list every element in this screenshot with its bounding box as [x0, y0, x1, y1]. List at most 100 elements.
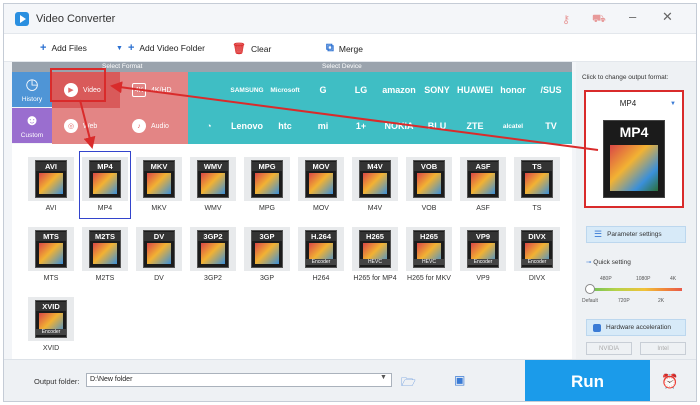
format-card-xvid[interactable]: XVID Encoder XVID: [26, 292, 76, 358]
format-icon: TS: [521, 160, 553, 198]
folder-icon[interactable]: 🗁: [401, 373, 416, 394]
format-icon: 3GP2: [197, 230, 229, 268]
format-icon: DIVX Encoder: [521, 230, 553, 268]
format-icon: M4V: [359, 160, 391, 198]
device-5[interactable]: amazon: [380, 72, 418, 108]
format-icon: WMV: [197, 160, 229, 198]
device-8[interactable]: honor: [494, 72, 532, 108]
format-card-m4v[interactable]: M4V M4V: [350, 152, 400, 218]
history-button[interactable]: ◷ History: [12, 72, 52, 107]
toolbar: + Add Files ▼ + Add Video Folder 🗑 Clear ⧉ Me…: [4, 34, 696, 62]
format-icon: MTS: [35, 230, 67, 268]
format-type-4k-hd[interactable]: 4K 4K/HD: [120, 72, 188, 108]
device-panel: SAMSUNG Microsoft G LG amazon SONY HUAWEI honor…: [188, 72, 572, 144]
minimize-icon[interactable]: –: [629, 9, 636, 24]
quality-tick-default: Default: [582, 298, 598, 304]
device-11[interactable]: Lenovo: [228, 108, 266, 144]
device-1[interactable]: SAMSUNG: [228, 72, 266, 108]
motorola-icon[interactable]: ◔: [190, 108, 228, 144]
device-9[interactable]: /SUS: [532, 72, 570, 108]
device-19[interactable]: TV: [532, 108, 570, 144]
format-icon: MOV: [305, 160, 337, 198]
format-type-audio[interactable]: ♪ Audio: [120, 108, 188, 144]
format-icon: XVID Encoder: [35, 300, 67, 338]
format-card-mpg[interactable]: MPG MPG: [242, 152, 292, 218]
format-card-mkv[interactable]: MKV MKV: [134, 152, 184, 218]
nvidia-button[interactable]: NVIDIA: [586, 342, 632, 355]
format-card-wmv[interactable]: WMV WMV: [188, 152, 238, 218]
format-icon: MPG: [251, 160, 283, 198]
format-type-web[interactable]: ◎ Web: [52, 108, 120, 144]
device-12[interactable]: htc: [266, 108, 304, 144]
quality-tick-4k: 4K: [670, 276, 677, 282]
format-icon: M2TS: [89, 230, 121, 268]
format-card-mts[interactable]: MTS MTS: [26, 222, 76, 288]
quality-slider-handle[interactable]: [585, 284, 595, 294]
format-card-ts[interactable]: TS TS: [512, 152, 562, 218]
device-17[interactable]: ZTE: [456, 108, 494, 144]
merge-button[interactable]: ⧉ Merge: [326, 42, 363, 55]
cart-icon[interactable]: ⛟: [592, 13, 606, 27]
merge-icon: ⧉: [326, 42, 334, 54]
device-13[interactable]: mi: [304, 108, 342, 144]
format-icon: MP4: [89, 160, 121, 198]
format-card-3gp2[interactable]: 3GP2 3GP2: [188, 222, 238, 288]
parameter-settings-button[interactable]: ☰ Parameter settings: [586, 226, 686, 243]
format-card-vp9[interactable]: VP9 Encoder VP9: [458, 222, 508, 288]
format-icon: AVI: [35, 160, 67, 198]
output-format-selector[interactable]: MP4 ▼ MP4: [584, 90, 684, 208]
alarm-clock-icon[interactable]: ⏰: [661, 373, 678, 390]
format-label: MPG: [259, 205, 275, 212]
format-card-avi[interactable]: AVI AVI: [26, 152, 76, 218]
open-folder-icon[interactable]: ▣: [454, 373, 465, 387]
app-logo-icon: [15, 12, 29, 26]
apple-icon[interactable]: [190, 72, 228, 108]
format-card-dv[interactable]: DV DV: [134, 222, 184, 288]
custom-button[interactable]: ☻ Custom: [12, 108, 52, 143]
key-icon[interactable]: ⚷: [562, 13, 570, 26]
add-files-button[interactable]: + Add Files: [40, 42, 87, 54]
quality-slider[interactable]: [588, 288, 682, 291]
format-card-mp4[interactable]: MP4 MP4: [79, 151, 131, 219]
intel-button[interactable]: Intel: [640, 342, 686, 355]
format-label: MP4: [97, 205, 113, 212]
mp4-format-icon: MP4: [603, 120, 665, 198]
format-card-mov[interactable]: MOV MOV: [296, 152, 346, 218]
device-18[interactable]: alcatel: [494, 108, 532, 144]
device-3[interactable]: G: [304, 72, 342, 108]
format-label: DV: [154, 275, 164, 282]
right-panel: Click to change output format: MP4 ▼ MP4…: [576, 62, 696, 359]
format-card-vob[interactable]: VOB VOB: [404, 152, 454, 218]
format-card-3gp[interactable]: 3GP 3GP: [242, 222, 292, 288]
chevron-down-icon[interactable]: ▼: [380, 374, 387, 381]
device-4[interactable]: LG: [342, 72, 380, 108]
format-icon: MKV: [143, 160, 175, 198]
hardware-acceleration-toggle[interactable]: Hardware acceleration: [586, 319, 686, 336]
device-6[interactable]: SONY: [418, 72, 456, 108]
format-card-m2ts[interactable]: M2TS M2TS: [80, 222, 130, 288]
clear-button[interactable]: 🗑 Clear: [232, 42, 271, 55]
close-icon[interactable]: ✕: [662, 9, 673, 25]
format-card-divx[interactable]: DIVX Encoder DIVX: [512, 222, 562, 288]
run-button[interactable]: Run: [525, 360, 650, 401]
format-icon: DV: [143, 230, 175, 268]
format-card-h265-for-mkv[interactable]: H265 HEVC H265 for MKV: [404, 222, 454, 288]
device-7[interactable]: HUAWEI: [456, 72, 494, 108]
format-label: VOB: [421, 205, 437, 212]
format-grid: AVI AVI MP4 MP4 MKV MKV WMV WMV MPG MPG MOV MOV M4V M…: [12, 144, 572, 359]
device-2[interactable]: Microsoft: [266, 72, 304, 108]
format-label: M4V: [367, 205, 383, 212]
output-folder-input[interactable]: D:\New folder: [86, 373, 392, 387]
add-video-folder-button[interactable]: ▼ + Add Video Folder: [116, 42, 205, 54]
device-16[interactable]: BLU: [418, 108, 456, 144]
format-card-h264[interactable]: H.264 Encoder H264: [296, 222, 346, 288]
app-title: Video Converter: [36, 13, 116, 25]
format-card-asf[interactable]: ASF ASF: [458, 152, 508, 218]
format-label: M2TS: [95, 275, 115, 282]
chevron-down-icon: ▼: [116, 44, 123, 52]
format-label: XVID: [42, 345, 60, 352]
format-label: MKV: [151, 205, 167, 212]
device-14[interactable]: 1+: [342, 108, 380, 144]
format-card-h265-for-mp4[interactable]: H265 HEVC H265 for MP4: [350, 222, 400, 288]
device-15[interactable]: NOKIA: [380, 108, 418, 144]
